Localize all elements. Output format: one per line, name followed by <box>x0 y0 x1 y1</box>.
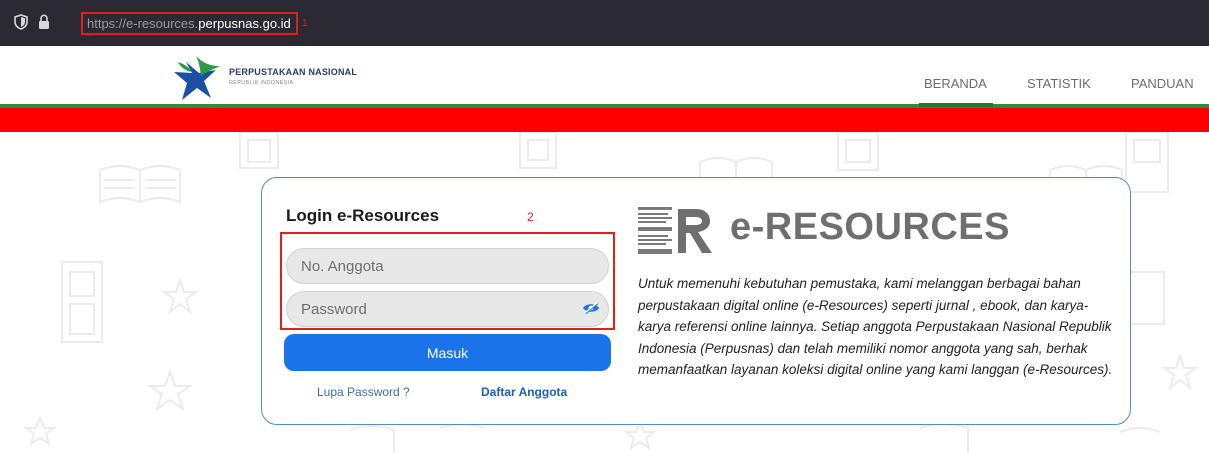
shield-icon[interactable] <box>14 14 28 30</box>
forgot-password-link[interactable]: Lupa Password ? <box>317 385 410 399</box>
login-title: Login e-Resources <box>286 206 440 225</box>
logo-title: PERPUSTAKAAN NASIONAL <box>229 67 358 77</box>
member-number-placeholder: No. Anggota <box>301 257 384 275</box>
logo-subtitle: REPUBLIK INDONESIA <box>229 80 294 86</box>
e-resources-description: Untuk memenuhi kebutuhan pemustaka, kami… <box>638 276 1113 377</box>
browser-toolbar: https://e-resources.perpusnas.go.id 1 <box>0 0 1209 46</box>
login-submit-label: Masuk <box>426 344 469 361</box>
lock-icon[interactable] <box>38 14 50 30</box>
perpusnas-logo-star-icon[interactable] <box>172 52 222 102</box>
annotation-label-2: 2 <box>527 210 534 224</box>
url-prefix: https://e-resources. <box>87 16 199 31</box>
url-domain: perpusnas.go.id <box>198 16 291 31</box>
e-resources-logo-icon <box>638 207 712 254</box>
eye-slash-icon[interactable] <box>582 302 600 314</box>
nav-panduan[interactable]: PANDUAN <box>1131 76 1194 91</box>
address-bar-url[interactable]: https://e-resources.perpusnas.go.id <box>87 16 291 31</box>
header-red-band <box>0 108 1209 132</box>
nav-statistik[interactable]: STATISTIK <box>1027 76 1091 91</box>
nav-active-indicator <box>919 103 993 107</box>
nav-beranda[interactable]: BERANDA <box>924 76 987 91</box>
annotation-label-1: 1 <box>302 18 308 29</box>
login-submit-button[interactable]: Masuk <box>284 334 611 371</box>
e-resources-title: e-RESOURCES <box>730 206 1010 248</box>
register-member-link[interactable]: Daftar Anggota <box>481 385 567 399</box>
member-number-input[interactable]: No. Anggota <box>286 248 609 284</box>
password-placeholder: Password <box>301 300 367 318</box>
password-input[interactable]: Password <box>286 291 609 327</box>
